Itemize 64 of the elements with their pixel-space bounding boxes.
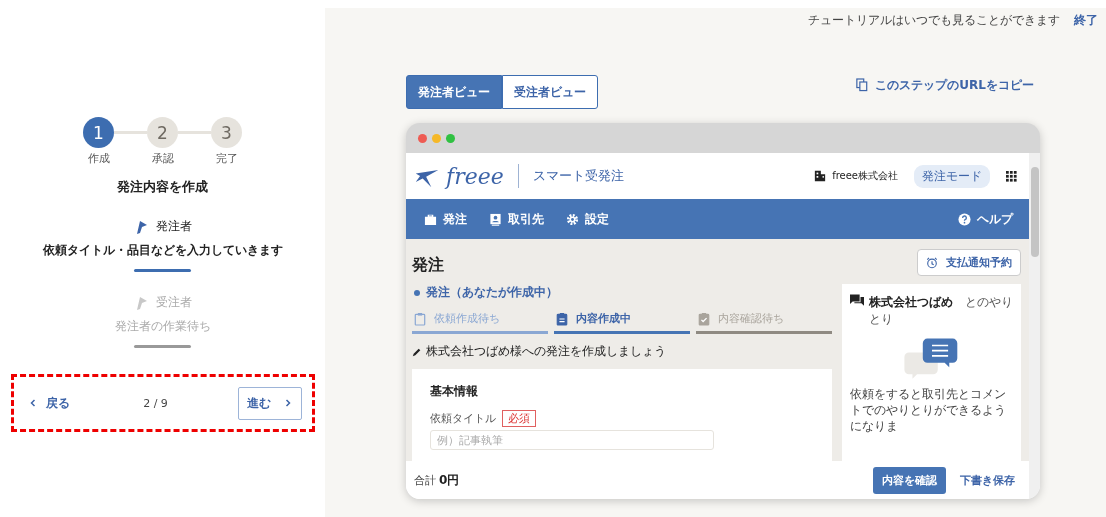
help-link[interactable]: ヘルプ <box>958 210 1013 228</box>
end-link[interactable]: 終了 <box>1074 12 1098 29</box>
progress-step: 内容確認待ち <box>696 309 832 334</box>
section-title: 基本情報 <box>430 383 479 400</box>
scrollbar[interactable] <box>1029 153 1040 499</box>
step-circle: 2 <box>147 117 178 148</box>
status-label: 発注（あなたが作成中） <box>426 284 558 301</box>
nav-item[interactable]: 設定 <box>566 210 609 228</box>
chat-icon <box>850 294 864 307</box>
confirm-button[interactable]: 内容を確認 <box>873 466 946 494</box>
step-label: 承認 <box>151 151 174 166</box>
copy-url-link[interactable]: このステップのURLをコピー <box>856 76 1034 94</box>
clipboard-icon <box>698 311 710 326</box>
app-grid-icon[interactable] <box>1006 170 1017 182</box>
required-badge: 必須 <box>502 410 536 427</box>
tutorial-hint: チュートリアルはいつでも見ることができます <box>808 12 1060 29</box>
copy-icon <box>856 78 869 92</box>
role-description: 依頼タイトル・品目などを入力していきます <box>42 242 283 259</box>
next-button[interactable]: 進む <box>237 386 302 420</box>
role-name: 発注者 <box>155 218 192 235</box>
maximize-dot[interactable] <box>446 133 455 143</box>
help-icon <box>958 212 971 226</box>
role-indicator <box>134 345 191 348</box>
product-name: スマート受発注 <box>532 167 624 185</box>
progress-step: 依頼作成待ち <box>412 309 548 334</box>
progress-step: 内容作成中 <box>554 309 690 334</box>
back-button[interactable]: 戻る <box>23 390 74 416</box>
building-icon <box>814 170 827 182</box>
contact-card-icon <box>489 212 502 226</box>
pencil-icon <box>412 346 422 357</box>
instruction-text: 株式会社つばめ様への発注を作成しましょう <box>426 343 666 360</box>
alarm-clock-icon <box>926 256 938 269</box>
view-tab[interactable]: 発注者ビュー <box>406 75 502 109</box>
payment-schedule-button[interactable]: 支払通知予約 <box>917 249 1021 276</box>
page-counter: 2 / 9 <box>142 396 169 410</box>
role-name: 受注者 <box>155 294 192 311</box>
step-circle: 3 <box>211 117 242 148</box>
role-indicator <box>134 269 191 272</box>
field-label: 依頼タイトル <box>430 411 496 426</box>
briefcase-icon <box>424 212 437 226</box>
logo-text: freee <box>446 163 504 189</box>
minimize-dot[interactable] <box>432 133 441 143</box>
clipboard-icon <box>414 311 426 326</box>
chat-title: 株式会社つばめ とのやりとり <box>869 294 1013 328</box>
settings-icon <box>566 212 579 226</box>
view-tab[interactable]: 受注者ビュー <box>502 75 598 109</box>
clipboard-icon <box>556 311 568 326</box>
step-label: 完了 <box>215 151 238 166</box>
chat-message: 依頼をすると取引先とコメントでのやりとりができるようになりま <box>850 386 1007 435</box>
role-description: 発注者の作業待ち <box>114 318 211 335</box>
close-dot[interactable] <box>418 133 427 143</box>
mode-badge: 発注モード <box>914 164 990 188</box>
step-title: 発注内容を作成 <box>117 178 208 196</box>
title-input-field[interactable]: 例）記事執筆 <box>430 430 714 450</box>
total-amount: 0円 <box>439 471 460 489</box>
status-dot-icon <box>414 289 420 296</box>
company-name: freee株式会社 <box>832 169 898 183</box>
step-circle: 1 <box>83 117 114 148</box>
nav-item[interactable]: 発注 <box>424 210 467 228</box>
save-draft-button[interactable]: 下書き保存 <box>956 468 1019 492</box>
page-title: 発注 <box>412 255 445 276</box>
nav-item[interactable]: 取引先 <box>489 210 544 228</box>
step-label: 作成 <box>87 151 110 166</box>
total-label: 合計 <box>414 472 436 488</box>
